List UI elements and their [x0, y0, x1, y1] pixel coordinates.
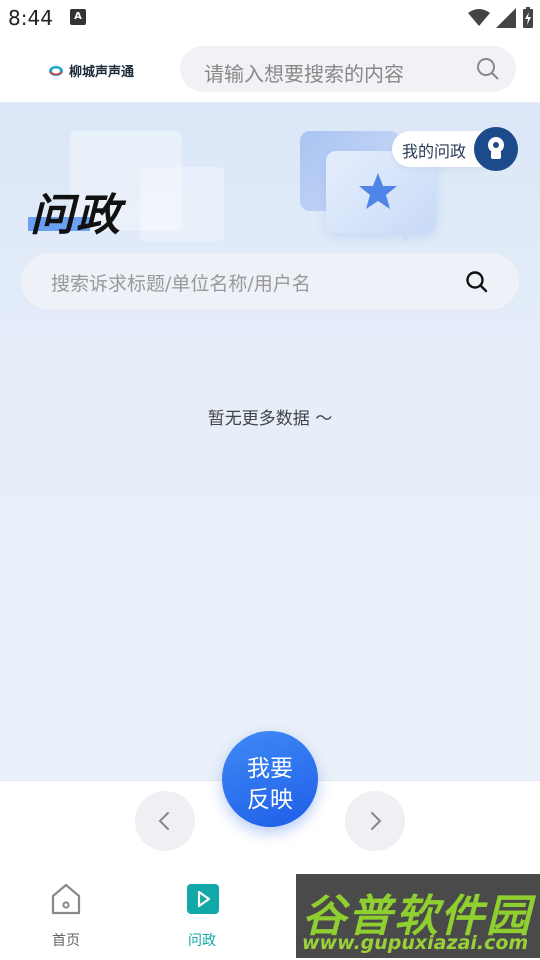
report-button-line2: 反映 — [247, 787, 293, 813]
chevron-left-icon — [158, 812, 169, 830]
tab-home[interactable]: 首页 — [6, 872, 126, 960]
wenzheng-panel: 我的问政 问政 搜索诉求标题/单位名称/用户名 暂无更多数据 ～ — [0, 103, 540, 780]
appeal-search-input[interactable]: 搜索诉求标题/单位名称/用户名 — [21, 253, 519, 310]
home-icon — [51, 883, 81, 915]
decor-card — [140, 167, 224, 241]
system-icons — [468, 6, 534, 30]
appeal-search-placeholder: 搜索诉求标题/单位名称/用户名 — [51, 273, 311, 295]
my-wenzheng-button[interactable]: 我的问政 — [392, 127, 518, 171]
status-bar: 8:44 A — [0, 0, 540, 36]
wifi-icon — [468, 9, 490, 26]
star-icon — [359, 173, 397, 209]
avatar-figure-icon — [488, 137, 504, 159]
search-icon[interactable] — [476, 57, 500, 81]
app-logo: 柳城声声通 — [48, 61, 134, 80]
global-search-input[interactable]: 请输入想要搜索的内容 — [180, 46, 516, 92]
logo-icon — [49, 65, 63, 76]
watermark-url: www.gupuxiazai.com — [302, 932, 529, 954]
report-button[interactable]: 我要 反映 — [222, 731, 318, 827]
notification-icon: A — [70, 9, 86, 25]
decor-bubble-tail — [395, 230, 415, 242]
battery-icon — [523, 7, 533, 28]
top-header: 柳城声声通 请输入想要搜索的内容 — [0, 36, 540, 103]
search-icon[interactable] — [465, 270, 489, 294]
tab-wenzheng-label: 问政 — [188, 933, 216, 949]
chevron-right-icon — [371, 812, 382, 830]
user-avatar-icon[interactable] — [474, 127, 518, 171]
empty-state-text: 暂无更多数据 ～ — [207, 409, 333, 429]
tab-home-label: 首页 — [52, 933, 80, 949]
my-wenzheng-label: 我的问政 — [402, 142, 467, 161]
report-button-line1: 我要 — [247, 756, 293, 782]
status-time: 8:44 — [8, 6, 53, 30]
signal-icon — [496, 8, 516, 28]
app-name: 柳城声声通 — [69, 65, 135, 80]
search-placeholder: 请输入想要搜索的内容 — [204, 62, 404, 86]
tab-wenzheng[interactable]: 问政 — [142, 872, 262, 960]
watermark-logo: 谷普软件园 www.gupuxiazai.com — [296, 874, 540, 958]
next-page-button[interactable] — [345, 791, 405, 851]
play-square-icon — [187, 884, 219, 914]
page-title: 问政 — [30, 190, 122, 241]
prev-page-button[interactable] — [135, 791, 195, 851]
